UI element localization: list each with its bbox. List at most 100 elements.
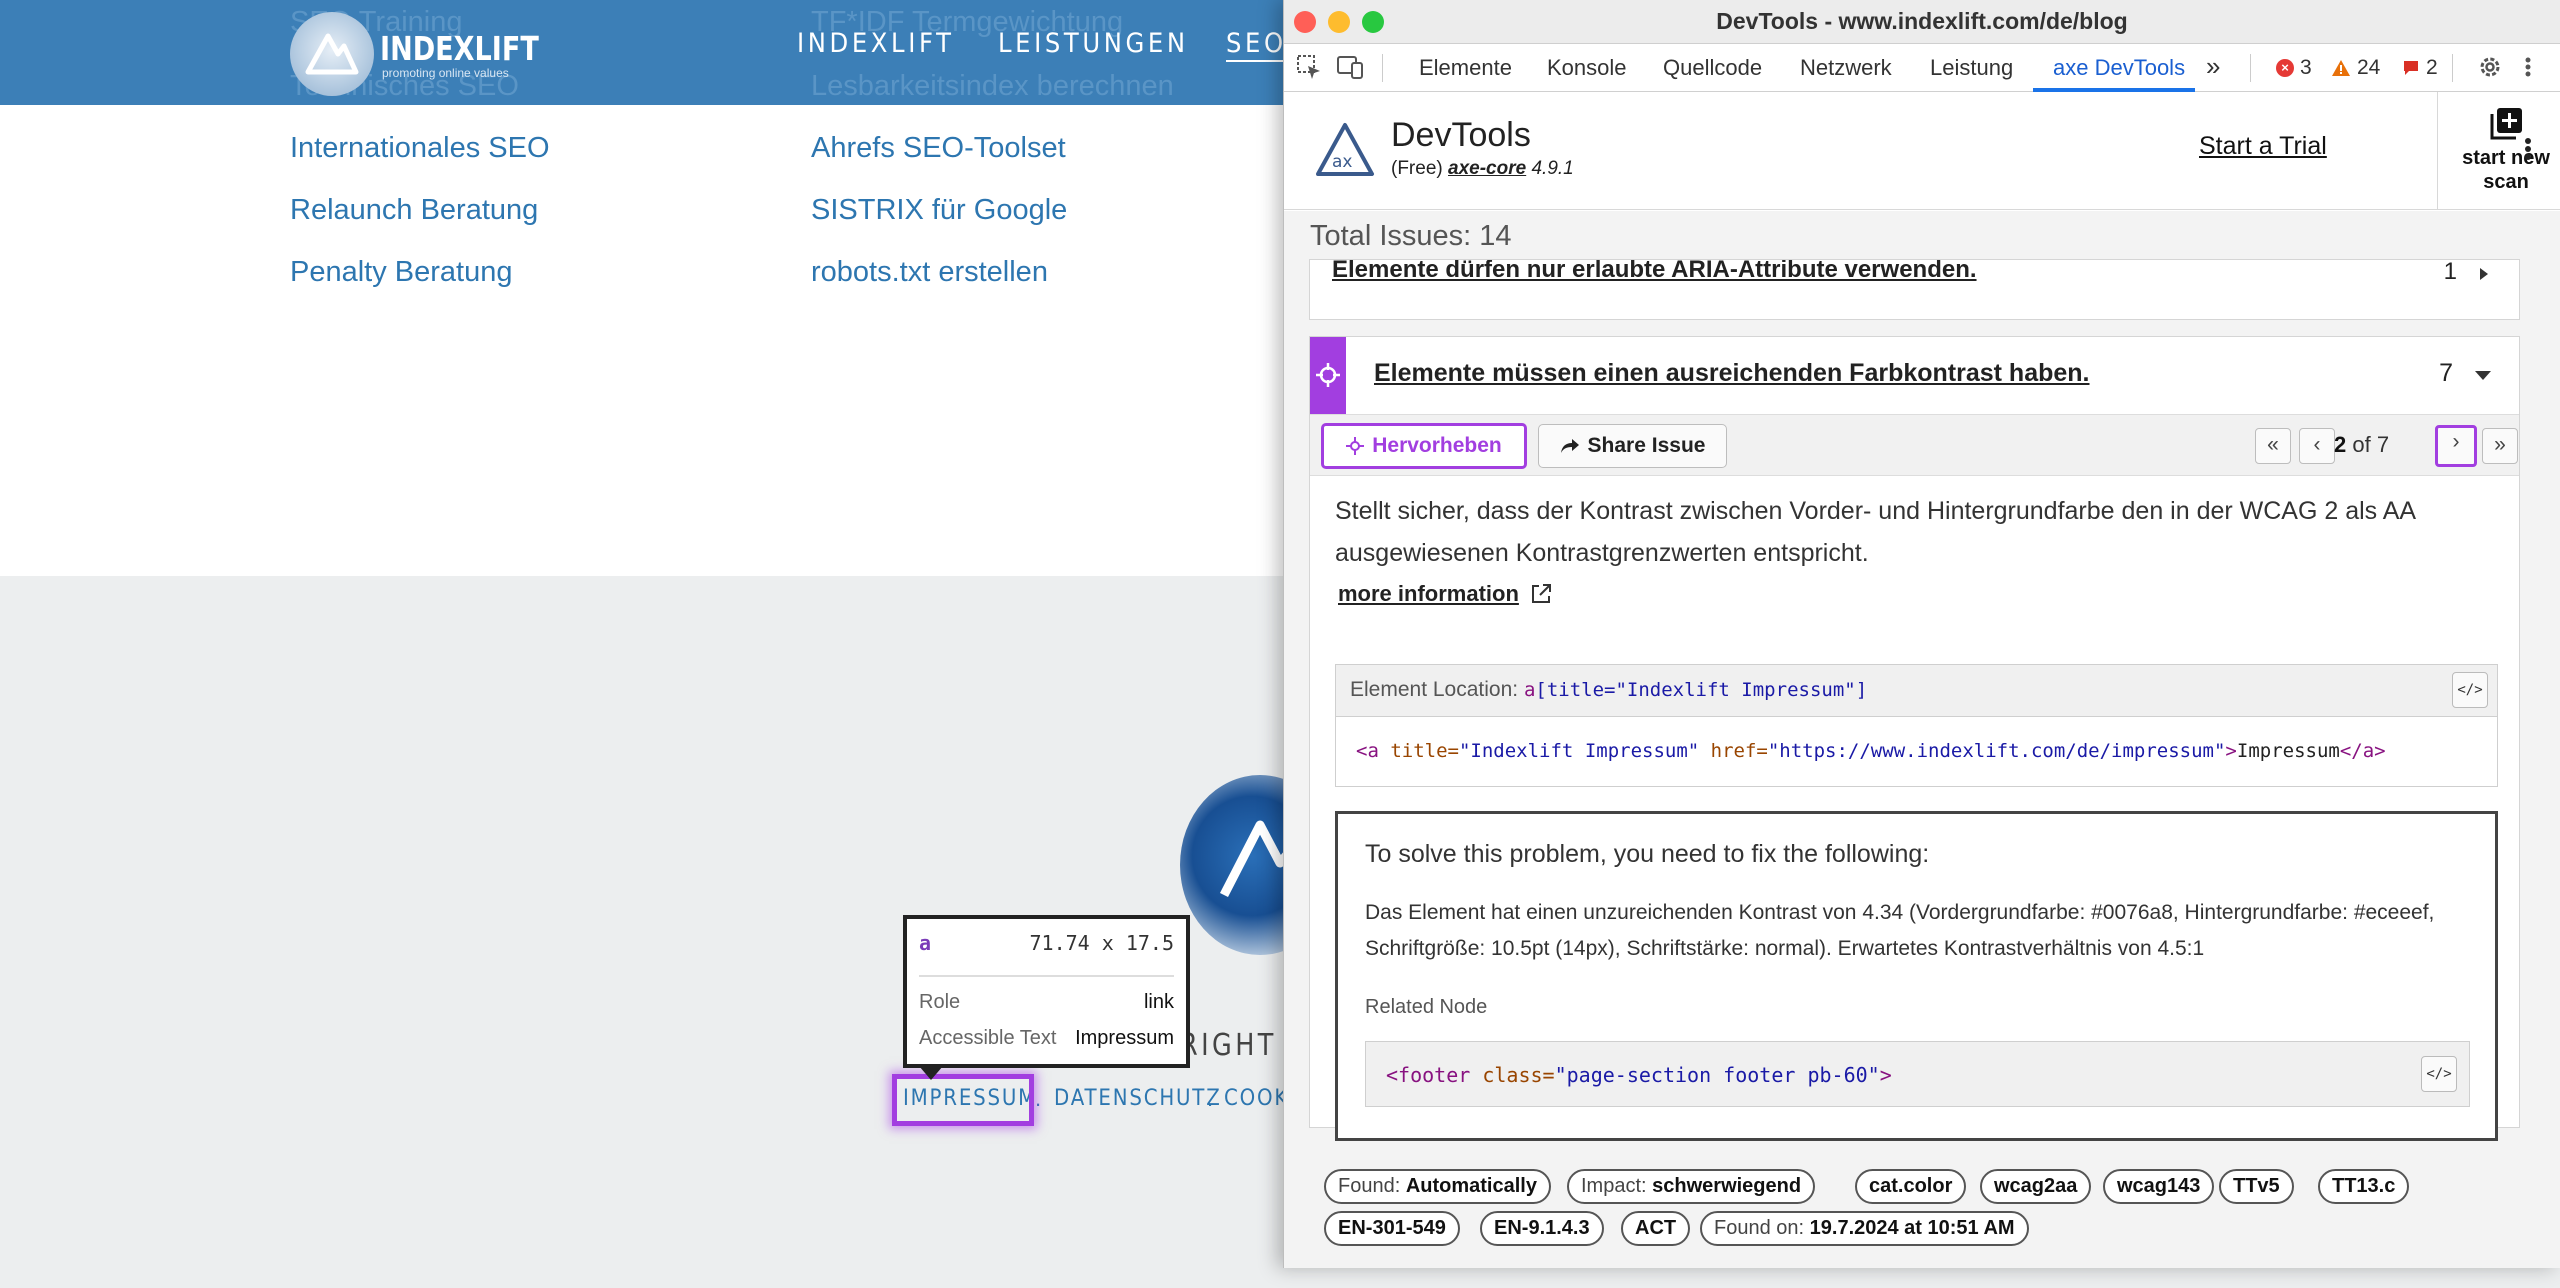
element-highlight-overlay: [892, 1074, 1034, 1126]
issues-count: 2: [2426, 56, 2438, 79]
window-titlebar: DevTools - www.indexlift.com/de/blog: [1284, 0, 2560, 44]
related-attr: class=: [1482, 1063, 1555, 1087]
highlight-button[interactable]: Hervorheben: [1321, 423, 1527, 469]
axe-core-link[interactable]: axe-core: [1448, 158, 1526, 179]
nav-item-leistungen[interactable]: LEISTUNGEN: [998, 28, 1189, 59]
tag-item: ACT: [1621, 1211, 1691, 1246]
code-tag-open: <a: [1356, 740, 1379, 762]
first-page-button[interactable]: «: [2255, 428, 2291, 464]
code-title-value: "Indexlift Impressum": [1458, 740, 1700, 762]
next-page-button[interactable]: ›: [2435, 425, 2477, 467]
share-issue-button[interactable]: Share Issue: [1538, 424, 1727, 468]
fix-message: Das Element hat einen unzureichenden Kon…: [1365, 901, 2435, 960]
tab-elemente[interactable]: Elemente: [1419, 55, 1512, 81]
tag-key: Found:: [1338, 1175, 1401, 1197]
link-internationales-seo[interactable]: Internationales SEO: [290, 132, 550, 165]
errors-badge[interactable]: × 3: [2276, 56, 2312, 80]
settings-gear-icon[interactable]: [2477, 54, 2503, 80]
tab-quellcode[interactable]: Quellcode: [1663, 55, 1762, 81]
logo-mountain-icon: [290, 12, 374, 96]
tag-value: ACT: [1635, 1217, 1677, 1239]
start-trial-link[interactable]: Start a Trial: [2199, 132, 2327, 161]
issue-count: 1: [2443, 259, 2457, 285]
chevron-right-icon[interactable]: [2479, 267, 2489, 281]
site-logo[interactable]: INDEXLIFT promoting online values: [290, 12, 574, 96]
link-sistrix[interactable]: SISTRIX für Google: [811, 194, 1067, 227]
issue-flag-icon: [2404, 61, 2418, 75]
related-close: >: [1879, 1063, 1892, 1087]
issue-highlight-stripe: [1310, 337, 1346, 414]
link-robots[interactable]: robots.txt erstellen: [811, 256, 1048, 289]
crosshair-icon: [1346, 437, 1365, 455]
tag-item: TT13.c: [2318, 1169, 2410, 1204]
pager-status: 2 of 7: [2334, 432, 2389, 458]
element-location-header: Element Location: a[title="Indexlift Imp…: [1336, 665, 2497, 717]
related-value: "page-section footer pb-60": [1554, 1063, 1880, 1087]
toolbar-divider: [2250, 54, 2251, 82]
tag-value: 19.7.2024 at 10:51 AM: [1809, 1217, 2015, 1239]
tab-netzwerk[interactable]: Netzwerk: [1800, 55, 1892, 81]
tag-value: EN-301-549: [1338, 1217, 1446, 1239]
more-tabs-icon[interactable]: »: [2206, 51, 2220, 82]
related-tag: <footer: [1386, 1063, 1471, 1087]
element-location-box: Element Location: a[title="Indexlift Imp…: [1335, 664, 2498, 787]
new-scan-label: start new scan: [2462, 147, 2550, 193]
view-code-button[interactable]: </>: [2452, 672, 2488, 708]
related-node-code: <footer class="page-section footer pb-60…: [1386, 1063, 1892, 1087]
location-selector-attr: [title="Indexlift Impressum"]: [1535, 679, 1868, 701]
tag-item: TTv5: [2219, 1169, 2294, 1204]
external-link-icon: [1531, 584, 1551, 603]
issue-row-aria[interactable]: Elemente dürfen nur erlaubte ARIA-Attrib…: [1309, 259, 2520, 320]
element-location-label: Element Location: a[title="Indexlift Imp…: [1350, 678, 1867, 702]
device-toolbar-icon[interactable]: [1336, 54, 1363, 80]
inspect-tooltip: a 71.74 x 17.5 Role link Accessible Text…: [903, 915, 1190, 1080]
view-related-code-button[interactable]: </>: [2421, 1056, 2457, 1092]
tab-axe-devtools[interactable]: axe DevTools: [2053, 55, 2185, 81]
tag-value: schwerwiegend: [1652, 1175, 1802, 1197]
issues-badge[interactable]: 2: [2402, 56, 2438, 80]
axe-subtitle: (Free) axe-core 4.9.1: [1391, 158, 1574, 180]
warning-icon: [2332, 60, 2350, 76]
more-options-icon[interactable]: [2524, 54, 2550, 80]
issue-card-color-contrast: Elemente müssen einen ausreichenden Farb…: [1309, 336, 2520, 1141]
link-ahrefs[interactable]: Ahrefs SEO-Toolset: [811, 132, 1066, 165]
highlight-button-label: Hervorheben: [1372, 434, 1502, 457]
related-node-box: <footer class="page-section footer pb-60…: [1365, 1041, 2470, 1107]
errors-count: 3: [2300, 56, 2312, 79]
nav-item-seo[interactable]: SEO: [1226, 28, 1287, 59]
last-page-button[interactable]: »: [2482, 428, 2518, 464]
link-relaunch-beratung[interactable]: Relaunch Beratung: [290, 194, 538, 227]
ghost-link[interactable]: Lesbarkeitsindex berechnen: [811, 70, 1174, 103]
code-tag-close: </a>: [2339, 740, 2386, 762]
tag-value: cat.color: [1869, 1175, 1953, 1197]
tag-value: Automatically: [1405, 1175, 1537, 1197]
footer-link-datenschutz[interactable]: DATENSCHUTZ: [1054, 1086, 1222, 1111]
issue-title[interactable]: Elemente dürfen nur erlaubte ARIA-Attrib…: [1332, 260, 1977, 284]
logo-name: INDEXLIFT: [380, 28, 539, 68]
devtools-toolbar: Elemente Konsole Quellcode Netzwerk Leis…: [1284, 44, 2560, 92]
start-new-scan-button[interactable]: start new scan: [2437, 92, 2560, 210]
link-penalty-beratung[interactable]: Penalty Beratung: [290, 256, 512, 289]
nav-item-indexlift[interactable]: INDEXLIFT: [797, 28, 955, 59]
svg-text:ax: ax: [1332, 152, 1352, 172]
code-attr-title: title=: [1390, 740, 1459, 762]
tooltip-tag: a: [919, 931, 932, 955]
inspect-element-icon[interactable]: [1296, 54, 1322, 80]
tab-leistung[interactable]: Leistung: [1930, 55, 2013, 81]
axe-header: ax DevTools (Free) axe-core 4.9.1 Start …: [1284, 92, 2560, 210]
chevron-down-icon[interactable]: [2475, 371, 2491, 380]
fix-suggestion-box: To solve this problem, you need to fix t…: [1335, 811, 2498, 1141]
previous-page-button[interactable]: ‹: [2299, 428, 2335, 464]
share-arrow-icon: [1560, 439, 1579, 453]
location-label-text: Element Location:: [1350, 678, 1519, 701]
more-information-link[interactable]: more information: [1338, 581, 1553, 607]
location-selector-tag: a: [1523, 679, 1536, 701]
code-text: Impressum: [2236, 740, 2340, 762]
axe-menu-icon[interactable]: [2524, 136, 2532, 167]
warnings-badge[interactable]: 24: [2331, 56, 2380, 80]
tag-value: EN-9.1.4.3: [1494, 1217, 1590, 1239]
issue-title[interactable]: Elemente müssen einen ausreichenden Farb…: [1374, 359, 2090, 388]
new-scan-icon: [2490, 108, 2522, 140]
tooltip-accessible-label: Accessible Text: [919, 1027, 1057, 1049]
tab-konsole[interactable]: Konsole: [1547, 55, 1627, 81]
